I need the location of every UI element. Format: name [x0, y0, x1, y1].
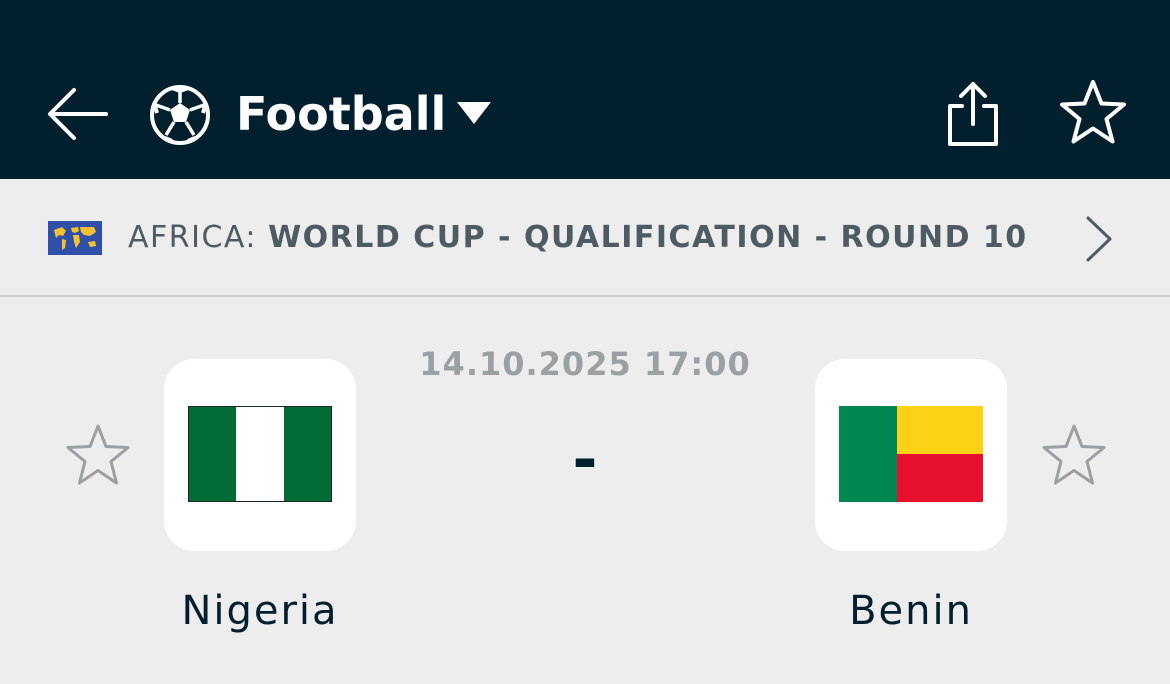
caret-down-icon[interactable]: [455, 100, 493, 126]
world-map-flag-icon: [48, 221, 102, 255]
away-team-name[interactable]: Benin: [761, 586, 1061, 636]
league-region: AFRICA:: [128, 220, 258, 255]
home-team-logo[interactable]: [164, 359, 356, 551]
share-icon[interactable]: [942, 78, 1004, 148]
chevron-right-icon[interactable]: [1082, 214, 1116, 264]
home-team-name[interactable]: Nigeria: [110, 586, 410, 636]
match-datetime: 14.10.2025 17:00: [419, 345, 751, 383]
benin-flag-icon: [839, 406, 983, 502]
nigeria-flag-icon: [188, 406, 332, 502]
home-team-favorite-star-icon[interactable]: [64, 422, 132, 490]
league-name: WORLD CUP - QUALIFICATION - ROUND 10: [268, 220, 1028, 255]
away-team-logo[interactable]: [815, 359, 1007, 551]
top-bar: Football: [0, 0, 1170, 179]
match-score: -: [572, 425, 598, 495]
away-team-favorite-star-icon[interactable]: [1040, 422, 1108, 490]
soccer-ball-icon: [150, 85, 210, 145]
back-arrow-icon[interactable]: [44, 80, 112, 148]
league-title: AFRICA: WORLD CUP - QUALIFICATION - ROUN…: [128, 218, 1028, 258]
favorite-star-icon[interactable]: [1058, 78, 1128, 148]
sport-selector-label[interactable]: Football: [236, 84, 446, 144]
